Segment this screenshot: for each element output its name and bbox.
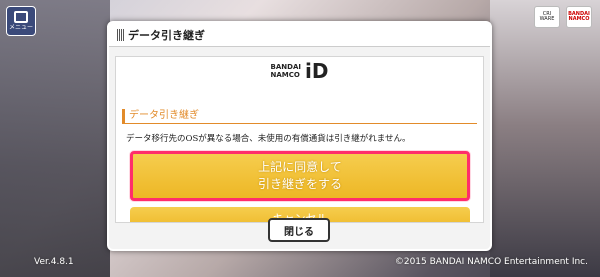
close-button[interactable]: 閉じる bbox=[268, 218, 330, 242]
menu-icon bbox=[14, 11, 28, 23]
version-text: Ver.4.8.1 bbox=[34, 257, 74, 267]
id-mark: iD bbox=[304, 59, 329, 83]
brand-line2: NAMCO bbox=[270, 71, 300, 79]
dialog-title: データ引き継ぎ bbox=[128, 28, 205, 42]
agree-button-line1: 上記に同意して bbox=[258, 160, 342, 174]
dialog-header: データ引き継ぎ bbox=[109, 23, 490, 47]
brand-line1: BANDAI bbox=[270, 63, 301, 71]
bandai-namco-id-logo: BANDAI NAMCO iD bbox=[116, 61, 483, 81]
background-right bbox=[490, 0, 600, 277]
agree-button-line2: 引き継ぎをする bbox=[257, 177, 342, 191]
section-title: データ引き継ぎ bbox=[122, 109, 477, 124]
copyright-text: ©2015 BANDAI NAMCO Entertainment Inc. bbox=[394, 257, 588, 267]
cri-logo: CRI WARE bbox=[534, 6, 560, 28]
notice-text: データ移行先のOSが異なる場合、未使用の有償通貨は引き継がれません。 bbox=[126, 134, 411, 144]
dialog-content: BANDAI NAMCO iD データ引き継ぎ データ移行先のOSが異なる場合、… bbox=[115, 56, 484, 223]
menu-label: メニュー bbox=[8, 24, 33, 31]
menu-button[interactable]: メニュー bbox=[6, 6, 36, 36]
agree-and-transfer-button[interactable]: 上記に同意して 引き継ぎをする bbox=[130, 151, 470, 201]
header-grip-icon bbox=[117, 28, 125, 41]
data-transfer-dialog: データ引き継ぎ BANDAI NAMCO iD データ引き継ぎ データ移行先のO… bbox=[107, 21, 492, 251]
bandai-namco-logo: BANDAI NAMCO bbox=[566, 6, 592, 28]
background-left bbox=[0, 0, 110, 277]
